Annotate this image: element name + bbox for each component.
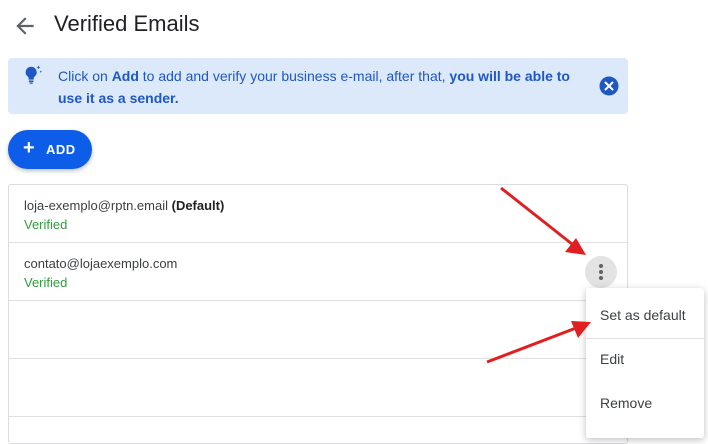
- default-tag: (Default): [171, 198, 225, 213]
- menu-item-set-default[interactable]: Set as default: [586, 294, 704, 338]
- lightbulb-icon: [25, 65, 43, 84]
- page-title: Verified Emails: [54, 11, 200, 36]
- page-header: Verified Emails: [0, 0, 708, 50]
- more-vert-icon: [599, 264, 603, 280]
- add-button[interactable]: + ADD: [8, 130, 92, 169]
- row-options-menu: Set as default Edit Remove: [586, 288, 704, 438]
- menu-item-remove[interactable]: Remove: [586, 382, 704, 426]
- email-list: loja-exemplo@rptn.email (Default) Verifi…: [8, 184, 628, 444]
- verified-status: Verified: [24, 217, 68, 232]
- add-button-label: ADD: [46, 142, 76, 157]
- close-icon[interactable]: [599, 76, 619, 96]
- back-button[interactable]: [12, 13, 38, 39]
- menu-item-edit[interactable]: Edit: [586, 338, 704, 382]
- more-options-button[interactable]: [585, 256, 617, 288]
- banner-message: Click on Add to add and verify your busi…: [58, 68, 570, 106]
- email-address: contato@lojaexemplo.com: [24, 256, 178, 271]
- verified-status: Verified: [24, 275, 68, 290]
- info-banner: Click on Add to add and verify your busi…: [8, 58, 628, 114]
- empty-row: [9, 359, 627, 417]
- email-row: loja-exemplo@rptn.email (Default) Verifi…: [9, 185, 627, 243]
- empty-row: [9, 301, 627, 359]
- plus-icon: +: [23, 137, 36, 159]
- email-row: contato@lojaexemplo.com Verified: [9, 243, 627, 301]
- email-address: loja-exemplo@rptn.email (Default): [24, 198, 225, 213]
- back-arrow-icon: [16, 17, 34, 35]
